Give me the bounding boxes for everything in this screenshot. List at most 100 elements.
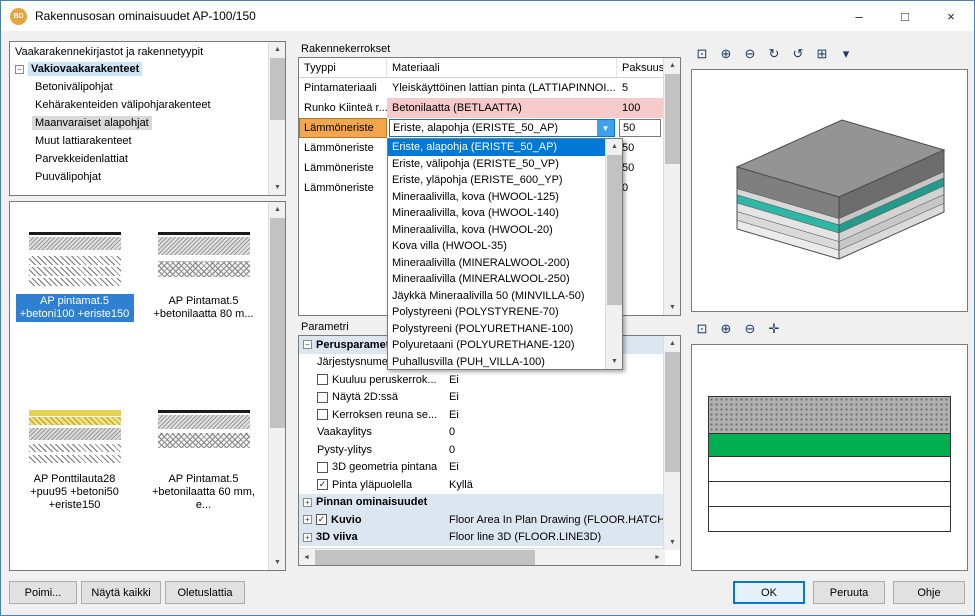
scroll-up-icon[interactable]: ▲ bbox=[664, 336, 681, 351]
scrollbar-thumb[interactable] bbox=[315, 550, 535, 565]
layers-scrollbar[interactable]: ▲ ▼ bbox=[663, 58, 680, 315]
material-combobox[interactable]: Eriste, alapohja (ERISTE_50_AP) ▼ bbox=[389, 119, 615, 137]
parameter-row[interactable]: ✓ Kerroksen reuna se... Ei bbox=[299, 406, 665, 424]
layer-type-cell[interactable]: Lämmöneriste bbox=[299, 138, 387, 158]
parameter-row[interactable]: ✓ Pysty-ylitys 0 bbox=[299, 441, 665, 459]
parameter-value[interactable]: Floor line 3D (FLOOR.LINE3D) bbox=[449, 531, 601, 543]
parameter-row[interactable]: ✓ Pinta yläpuolella Kyllä bbox=[299, 476, 665, 494]
scrollbar-thumb[interactable] bbox=[270, 218, 285, 428]
dropdown-option[interactable]: Mineraalivilla, kova (HWOOL-125) bbox=[388, 189, 607, 206]
layer-thickness-cell[interactable]: 5 5 bbox=[617, 78, 664, 98]
structure-thumbnail[interactable]: AP Pintamat.5 +betonilaatta 80 m... bbox=[139, 202, 268, 380]
library-tree-item[interactable]: Parvekkeidenlattiat bbox=[10, 150, 285, 168]
close-button[interactable]: × bbox=[928, 1, 974, 31]
scrollbar-thumb[interactable] bbox=[665, 352, 680, 472]
scrollbar-thumb[interactable] bbox=[270, 58, 285, 120]
zoom-window-icon[interactable]: ⊡ bbox=[691, 318, 713, 340]
scrollbar-thumb[interactable] bbox=[665, 74, 680, 164]
parameter-row[interactable]: + ✓ Pinnan ominaisuudet bbox=[299, 494, 665, 512]
parameter-value[interactable]: Ei bbox=[449, 391, 459, 403]
scrollbar-thumb[interactable] bbox=[607, 155, 622, 305]
layer-row[interactable]: Pintamateriaali Yleiskäyttöinen lattian … bbox=[299, 78, 680, 98]
structure-thumbnail[interactable]: AP Pintamat.5 +betonilaatta 60 mm, e... bbox=[139, 380, 268, 558]
structure-thumbnail[interactable]: AP Ponttilauta28 +puu95 +betoni50 +erist… bbox=[10, 380, 139, 558]
parameter-checkbox[interactable]: ✓ bbox=[317, 462, 328, 473]
parameter-row[interactable]: ✓ Vaakaylitys 0 bbox=[299, 424, 665, 442]
parameter-value[interactable]: Kyllä bbox=[449, 479, 473, 491]
thumbnails-scrollbar[interactable]: ▲ ▼ bbox=[268, 202, 285, 570]
pan-icon[interactable]: ✛ bbox=[763, 318, 785, 340]
parameters-vscrollbar[interactable]: ▲ ▼ bbox=[663, 336, 680, 550]
parameter-row[interactable]: ✓ 3D geometria pintana Ei bbox=[299, 459, 665, 477]
layer-row[interactable]: Lämmöneriste Eriste, alapohja (ERISTE_50… bbox=[299, 118, 680, 138]
default-floor-button[interactable]: Oletuslattia bbox=[165, 581, 245, 604]
cancel-button[interactable]: Peruuta bbox=[813, 581, 885, 604]
parameter-row[interactable]: + ✓ 3D viiva Floor line 3D (FLOOR.LINE3D… bbox=[299, 529, 665, 547]
scroll-up-icon[interactable]: ▲ bbox=[664, 58, 681, 73]
layer-thickness-cell[interactable]: 50 50 bbox=[617, 118, 664, 138]
parameter-value[interactable]: Ei bbox=[449, 461, 459, 473]
dropdown-option[interactable]: Eriste, yläpohja (ERISTE_600_YP) bbox=[388, 172, 607, 189]
expand-icon[interactable]: + bbox=[303, 533, 312, 542]
dropdown-option[interactable]: Polystyreeni (POLYSTYRENE-70) bbox=[388, 304, 607, 321]
library-scrollbar[interactable]: ▲ ▼ bbox=[268, 42, 285, 195]
combo-dropdown-button[interactable]: ▼ bbox=[597, 120, 614, 136]
dropdown-option[interactable]: Polystyreeni (POLYURETHANE-100) bbox=[388, 321, 607, 338]
parameter-checkbox[interactable]: ✓ bbox=[317, 392, 328, 403]
scroll-down-icon[interactable]: ▼ bbox=[664, 535, 681, 550]
thickness-input[interactable]: 50 bbox=[619, 119, 661, 137]
layer-type-cell[interactable]: Lämmöneriste bbox=[299, 158, 387, 178]
zoom-window-icon[interactable]: ⊡ bbox=[691, 43, 713, 65]
layer-thickness-cell[interactable]: 50 50 bbox=[617, 158, 664, 178]
dropdown-option[interactable]: Mineraalivilla, kova (HWOOL-140) bbox=[388, 205, 607, 222]
parameter-checkbox[interactable]: ✓ bbox=[317, 409, 328, 420]
scroll-down-icon[interactable]: ▼ bbox=[269, 555, 286, 570]
parameter-value[interactable]: Ei bbox=[449, 374, 459, 386]
scroll-up-icon[interactable]: ▲ bbox=[269, 42, 286, 57]
dropdown-option[interactable]: Polyuretaani (POLYURETHANE-120) bbox=[388, 337, 607, 354]
expand-icon[interactable]: − bbox=[15, 65, 24, 74]
library-tree-item[interactable]: Maanvaraiset alapohjat bbox=[10, 114, 285, 132]
minimize-button[interactable]: – bbox=[836, 1, 882, 31]
rotate-cw-icon[interactable]: ↻ bbox=[763, 43, 785, 65]
dropdown-option[interactable]: Jäykkä Mineraalivilla 50 (MINVILLA-50) bbox=[388, 288, 607, 305]
dropdown-scrollbar[interactable]: ▲ ▼ bbox=[605, 139, 622, 369]
layer-thickness-cell[interactable]: 50 50 bbox=[617, 138, 664, 158]
library-tree-item[interactable]: Puuvälipohjat bbox=[10, 168, 285, 186]
library-tree-item[interactable]: Muut lattiarakenteet bbox=[10, 132, 285, 150]
parameter-value[interactable]: Floor Area In Plan Drawing (FLOOR.HATCH) bbox=[449, 514, 665, 526]
zoom-in-icon[interactable]: ⊕ bbox=[715, 318, 737, 340]
parameter-value[interactable]: 0 bbox=[449, 444, 455, 456]
zoom-out-icon[interactable]: ⊖ bbox=[739, 43, 761, 65]
view-options-icon[interactable]: ⊞ bbox=[811, 43, 833, 65]
expand-icon[interactable]: − bbox=[303, 340, 312, 349]
help-button[interactable]: Ohje bbox=[893, 581, 965, 604]
layer-type-cell[interactable]: Lämmöneriste bbox=[299, 178, 387, 198]
preview3d-canvas[interactable] bbox=[691, 69, 968, 312]
layer-material-cell[interactable]: Betonilaatta (BETLAATTA) Betonilaatta (B… bbox=[387, 98, 617, 118]
library-tree-item[interactable]: Kehärakenteiden välipohjarakenteet bbox=[10, 96, 285, 114]
dropdown-option[interactable]: Kova villa (HWOOL-35) bbox=[388, 238, 607, 255]
scroll-down-icon[interactable]: ▼ bbox=[269, 180, 286, 195]
rotate-ccw-icon[interactable]: ↺ bbox=[787, 43, 809, 65]
scroll-left-icon[interactable]: ◄ bbox=[299, 549, 314, 566]
ok-button[interactable]: OK bbox=[733, 581, 805, 604]
parameter-checkbox[interactable]: ✓ bbox=[316, 514, 327, 525]
layer-material-cell[interactable]: Yleiskäyttöinen lattian pinta (LATTIAPIN… bbox=[387, 78, 617, 98]
expand-icon[interactable]: + bbox=[303, 515, 312, 524]
view-options-dropdown-icon[interactable]: ▾ bbox=[835, 43, 857, 65]
maximize-button[interactable]: □ bbox=[882, 1, 928, 31]
layer-material-cell[interactable]: Eriste, alapohja (ERISTE_50_AP) Eriste, … bbox=[387, 118, 617, 138]
layer-thickness-cell[interactable]: 0 0 bbox=[617, 178, 664, 198]
scroll-down-icon[interactable]: ▼ bbox=[664, 300, 681, 315]
parameter-value[interactable]: 0 bbox=[449, 426, 455, 438]
zoom-out-icon[interactable]: ⊖ bbox=[739, 318, 761, 340]
library-tree-item[interactable]: Betonivälipohjat bbox=[10, 78, 285, 96]
parameter-checkbox[interactable]: ✓ bbox=[317, 374, 328, 385]
zoom-in-icon[interactable]: ⊕ bbox=[715, 43, 737, 65]
structure-thumbnail[interactable]: AP pintamat.5 +betoni100 +eriste150 bbox=[10, 202, 139, 380]
layer-type-cell[interactable]: Pintamateriaali bbox=[299, 78, 387, 98]
parameter-value[interactable]: Ei bbox=[449, 409, 459, 421]
dropdown-option[interactable]: Mineraalivilla (MINERALWOOL-250) bbox=[388, 271, 607, 288]
dropdown-option[interactable]: Puhallusvilla (PUH_VILLA-100) bbox=[388, 354, 607, 370]
